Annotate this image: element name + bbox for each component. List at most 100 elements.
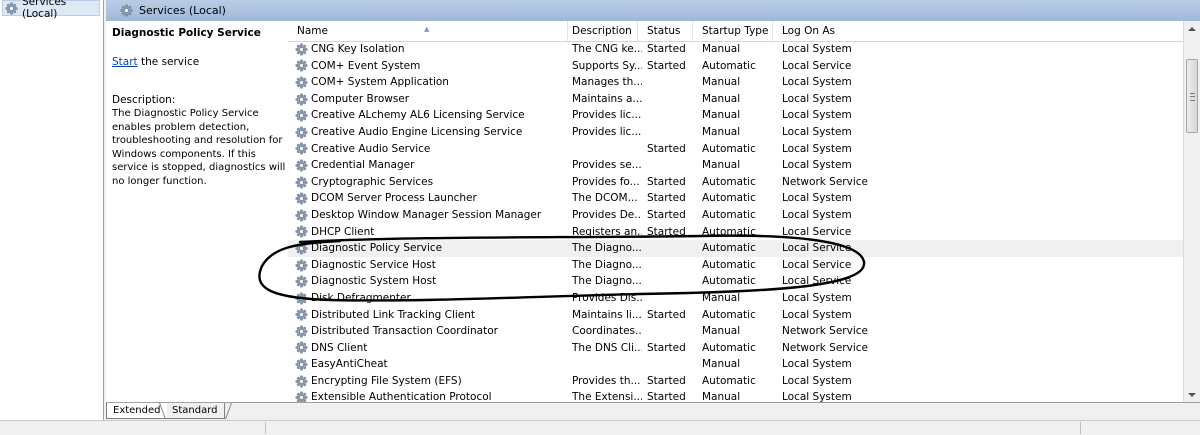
gear-icon: [295, 176, 308, 189]
column-header-description[interactable]: Description: [563, 21, 638, 41]
console-tree-pane: Services (Local): [0, 0, 104, 420]
service-status: Started: [647, 43, 686, 55]
service-name-cell: COM+ Event System: [295, 58, 568, 75]
table-row[interactable]: Credential Manager Provides se... Manual Lo…: [288, 157, 1183, 174]
service-status: Started: [647, 225, 686, 238]
service-description: Maintains a...: [572, 92, 642, 105]
pane-header-title: Services (Local): [139, 4, 226, 17]
table-row[interactable]: Distributed Transaction Coordinator Coord…: [288, 323, 1183, 340]
table-row[interactable]: EasyAntiCheat Manual Local System: [288, 356, 1183, 373]
service-name: Distributed Transaction Coordinator: [311, 325, 498, 338]
table-row[interactable]: Creative Audio Service Started Automatic Lo…: [288, 141, 1183, 158]
service-name: Extensible Authentication Protocol: [311, 391, 492, 402]
start-service-link[interactable]: Start: [112, 56, 138, 68]
service-name: Diagnostic System Host: [311, 275, 437, 288]
service-name: COM+ System Application: [311, 76, 449, 89]
service-name: Distributed Link Tracking Client: [311, 308, 476, 321]
table-row[interactable]: COM+ Event System Supports Sy... Started Au…: [288, 58, 1183, 75]
start-service-line: Start the service: [112, 56, 199, 68]
table-row[interactable]: Disk Defragmenter Provides Dis... Manual Lo…: [288, 290, 1183, 307]
table-row[interactable]: Creative ALchemy AL6 Licensing Service Pr…: [288, 107, 1183, 124]
service-name-cell: EasyAntiCheat: [295, 356, 568, 373]
service-startup-type: Manual: [702, 358, 741, 371]
service-name-cell: Desktop Window Manager Session Manager: [295, 207, 568, 224]
service-description: Provides fo...: [572, 175, 640, 188]
service-status: Started: [647, 308, 686, 321]
service-name-cell: Encrypting File System (EFS): [295, 373, 568, 390]
service-name-cell: Credential Manager: [295, 157, 568, 174]
scroll-down-icon[interactable]: [1188, 393, 1196, 397]
service-name: Cryptographic Services: [311, 175, 434, 188]
service-name-cell: CNG Key Isolation: [295, 41, 568, 58]
gear-icon: [295, 358, 308, 371]
service-name-cell: Distributed Link Tracking Client: [295, 307, 568, 324]
service-description: The Diagno...: [572, 258, 642, 271]
service-description: Provides se...: [572, 159, 642, 172]
table-row[interactable]: Diagnostic Policy Service The Diagno... Au…: [288, 240, 1183, 257]
scroll-up-icon[interactable]: [1188, 27, 1196, 31]
service-startup-type: Automatic: [702, 192, 756, 205]
service-description: The DNS Cli...: [572, 341, 642, 354]
table-row[interactable]: Distributed Link Tracking Client Maintain…: [288, 307, 1183, 324]
service-log-on-as: Local System: [782, 92, 852, 105]
service-log-on-as: Local System: [782, 125, 852, 138]
table-row[interactable]: Desktop Window Manager Session Manager Pr…: [288, 207, 1183, 224]
service-startup-type: Automatic: [702, 242, 756, 255]
service-startup-type: Manual: [702, 109, 741, 122]
column-header-log-on-as[interactable]: Log On As: [773, 21, 1183, 41]
table-row[interactable]: DNS Client The DNS Cli... Started Automatic…: [288, 340, 1183, 357]
service-startup-type: Manual: [702, 325, 741, 338]
table-row[interactable]: Encrypting File System (EFS) Provides th.…: [288, 373, 1183, 390]
table-row[interactable]: DCOM Server Process Launcher The DCOM... S…: [288, 190, 1183, 207]
pane-header: Services (Local): [106, 0, 1200, 21]
table-row[interactable]: Cryptographic Services Provides fo... Star…: [288, 174, 1183, 191]
column-header-startup-type[interactable]: Startup Type: [693, 21, 773, 41]
table-row[interactable]: Computer Browser Maintains a... Manual Loca…: [288, 91, 1183, 108]
gear-icon: [295, 325, 308, 338]
service-name: DHCP Client: [311, 225, 375, 238]
table-row[interactable]: DHCP Client Registers an... Started Automat…: [288, 224, 1183, 241]
column-header-status[interactable]: Status: [638, 21, 693, 41]
service-description: Supports Sy...: [572, 59, 642, 72]
status-separator: [265, 422, 266, 434]
column-header-name[interactable]: Name ▲: [288, 21, 568, 41]
services-list[interactable]: Name ▲ Description Status Startup Type Lo…: [288, 21, 1183, 402]
gear-icon: [295, 391, 308, 402]
service-log-on-as: Network Service: [782, 175, 868, 188]
service-name: DNS Client: [311, 341, 368, 354]
table-row[interactable]: Creative Audio Engine Licensing Service P…: [288, 124, 1183, 141]
service-name: Desktop Window Manager Session Manager: [311, 208, 542, 221]
gear-icon: [295, 341, 308, 354]
service-name-cell: Distributed Transaction Coordinator: [295, 323, 568, 340]
service-startup-type: Automatic: [702, 59, 756, 72]
service-name-cell: Creative Audio Engine Licensing Service: [295, 124, 568, 141]
gear-icon: [295, 192, 308, 205]
gear-icon: [5, 2, 18, 15]
service-startup-type: Automatic: [702, 275, 756, 288]
table-row[interactable]: Diagnostic System Host The Diagno... Autom…: [288, 273, 1183, 290]
service-log-on-as: Local System: [782, 308, 852, 321]
service-log-on-as: Local System: [782, 358, 852, 371]
vertical-scrollbar[interactable]: [1183, 21, 1200, 402]
gear-icon: [295, 93, 308, 106]
service-startup-type: Automatic: [702, 341, 756, 354]
tree-item-services-local[interactable]: Services (Local): [2, 0, 100, 20]
gear-icon: [295, 275, 308, 288]
tab-standard[interactable]: Standard: [166, 403, 225, 419]
service-name: Disk Defragmenter: [311, 291, 411, 304]
table-row[interactable]: Extensible Authentication Protocol The Ex…: [288, 389, 1183, 402]
table-row[interactable]: COM+ System Application Manages th... Manu…: [288, 74, 1183, 91]
gear-icon: [295, 375, 308, 388]
column-startup-type-label: Startup Type: [702, 25, 769, 37]
service-log-on-as: Local System: [782, 142, 852, 155]
service-name: Diagnostic Service Host: [311, 258, 436, 271]
tab-extended[interactable]: Extended: [106, 403, 167, 419]
service-details-pane: Diagnostic Policy Service Start the serv…: [106, 21, 289, 402]
service-startup-type: Automatic: [702, 175, 756, 188]
table-row[interactable]: CNG Key Isolation The CNG ke... Started Man…: [288, 41, 1183, 58]
scrollbar-thumb[interactable]: [1186, 59, 1198, 133]
service-startup-type: Automatic: [702, 308, 756, 321]
service-description: Registers an...: [572, 225, 642, 238]
service-name-cell: Extensible Authentication Protocol: [295, 389, 568, 402]
table-row[interactable]: Diagnostic Service Host The Diagno... Auto…: [288, 257, 1183, 274]
